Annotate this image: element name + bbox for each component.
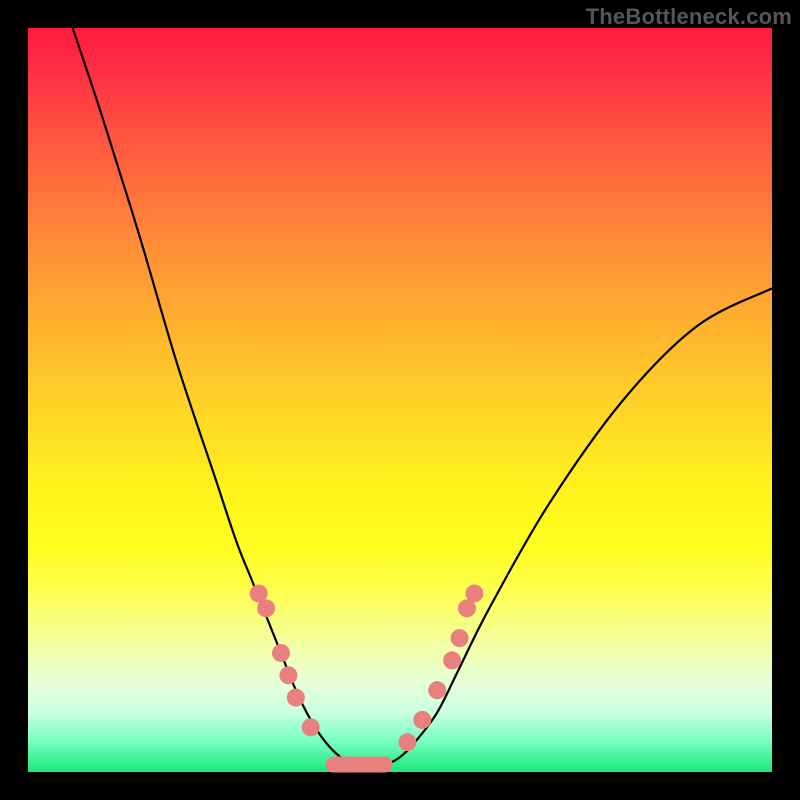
- bottleneck-curve: [73, 28, 772, 765]
- curve-marker: [465, 584, 483, 602]
- curve-marker: [302, 718, 320, 736]
- curve-marker: [443, 651, 461, 669]
- curve-marker: [257, 599, 275, 617]
- valley-flat-marker: [326, 757, 393, 773]
- curve-marker: [272, 644, 290, 662]
- chart-svg: [28, 28, 772, 772]
- curve-marker: [398, 733, 416, 751]
- curve-marker: [428, 681, 446, 699]
- curve-marker: [287, 689, 305, 707]
- curve-marker: [451, 629, 469, 647]
- right-arm-markers: [398, 584, 483, 751]
- curve-marker: [413, 711, 431, 729]
- chart-frame: TheBottleneck.com: [0, 0, 800, 800]
- curve-marker: [279, 666, 297, 684]
- left-arm-markers: [250, 584, 320, 736]
- watermark-text: TheBottleneck.com: [586, 4, 792, 30]
